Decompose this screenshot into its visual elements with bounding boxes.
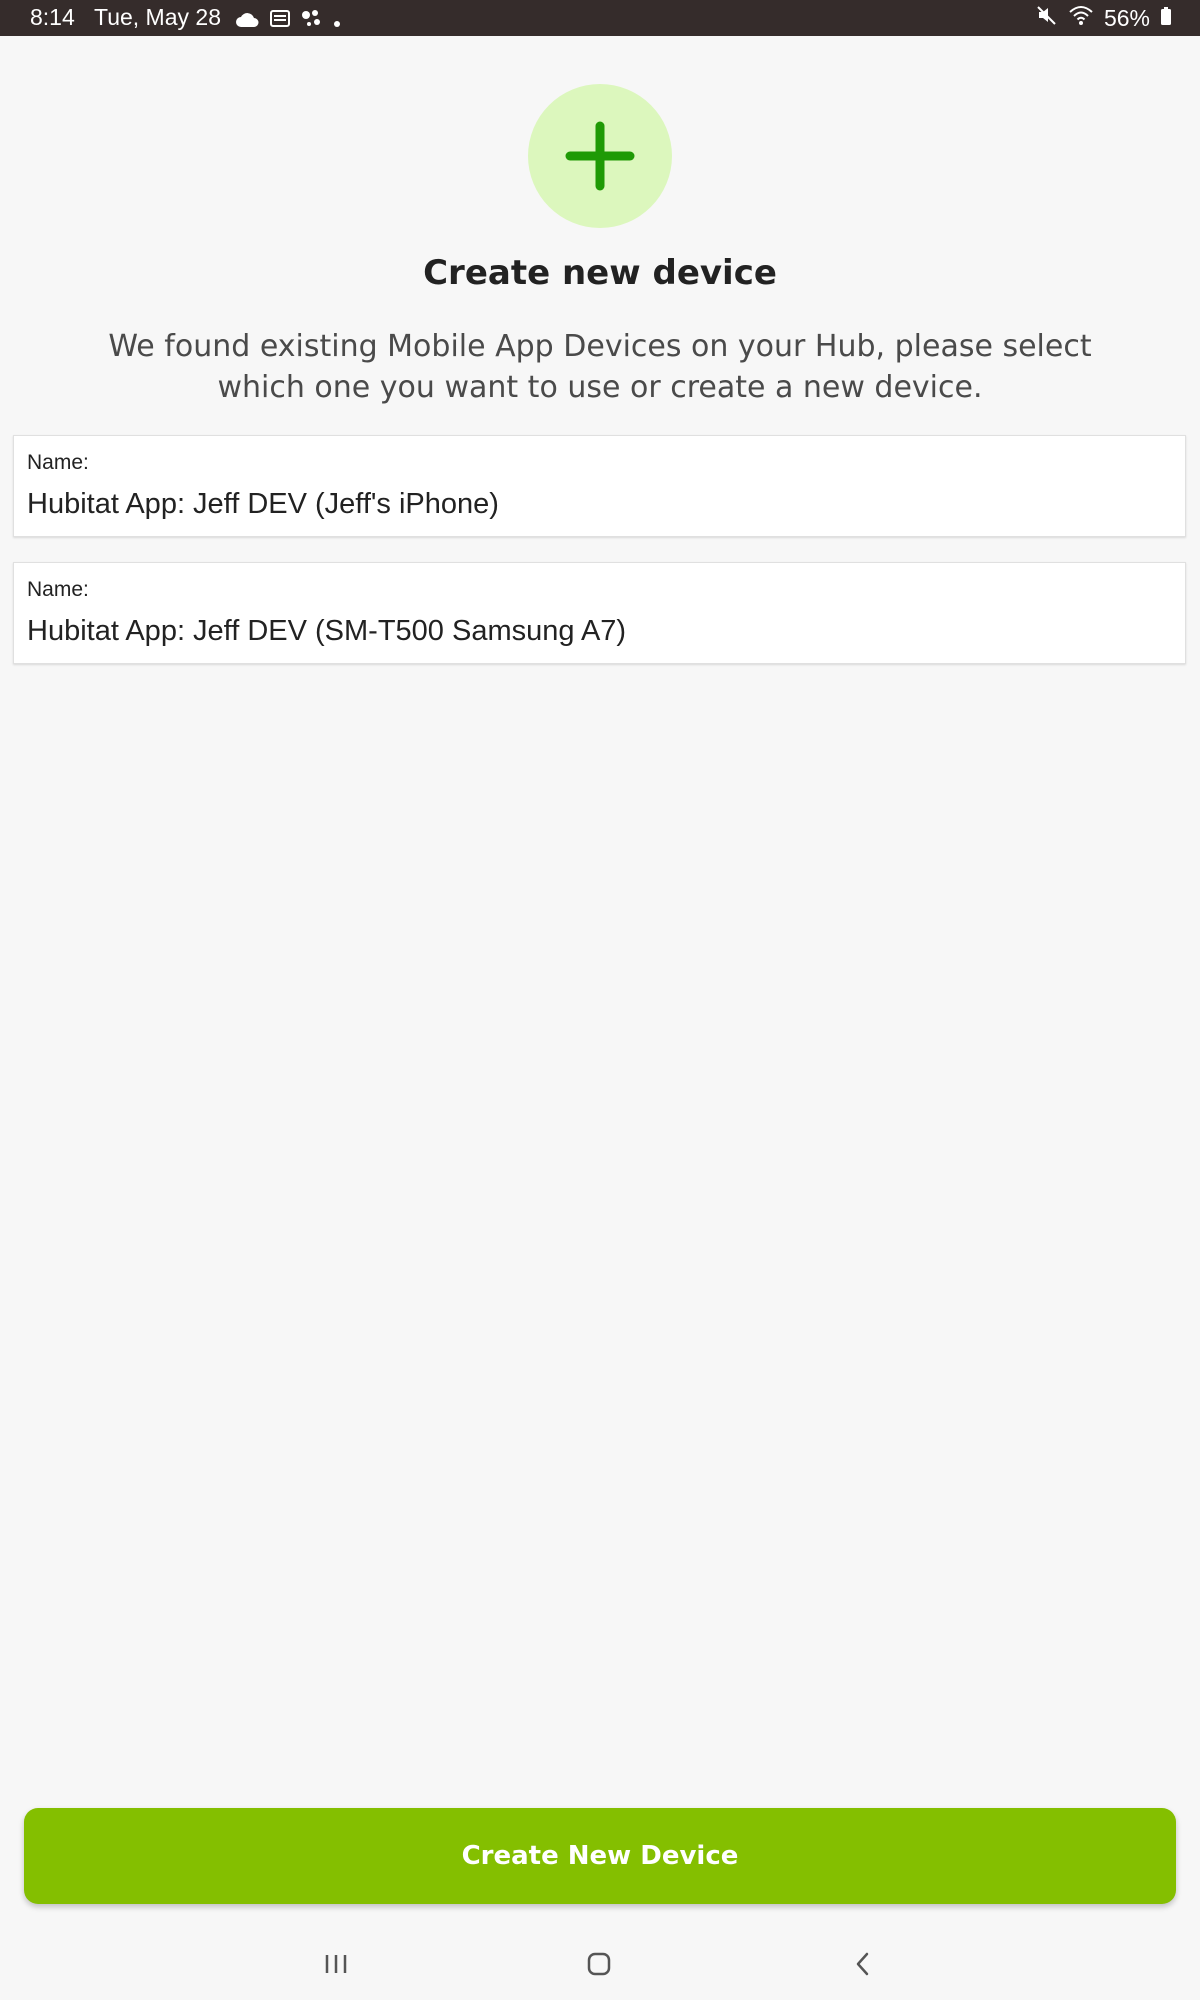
back-button[interactable] [833,1942,893,1986]
inbox-icon [269,7,291,34]
page-title: Create new device [423,253,777,293]
device-name-value: Hubitat App: Jeff DEV (SM-T500 Samsung A… [27,615,627,647]
recents-button[interactable] [306,1942,366,1986]
plus-icon [565,121,635,191]
device-option-samsung[interactable]: Name: Hubitat App: Jeff DEV (SM-T500 Sam… [13,562,1186,664]
home-button[interactable] [569,1942,629,1986]
device-name-label: Name: [27,578,89,601]
device-name-label: Name: [27,451,89,474]
navigation-bar [0,1928,1200,2000]
home-icon [587,1952,611,1976]
create-new-device-button[interactable]: Create New Device [24,1808,1176,1904]
system-icons: 56% [1036,4,1172,32]
status-bar: 8:14 Tue, May 28 56% [0,0,1200,36]
cloud-icon [235,7,259,34]
page-description: We found existing Mobile App Devices on … [108,329,1092,405]
device-name-value: Hubitat App: Jeff DEV (Jeff's iPhone) [27,488,499,520]
back-icon [856,1952,869,1976]
battery-level: 56% [1103,4,1150,31]
status-time: 8:14 [30,4,75,30]
notification-icons [235,7,341,34]
status-date: Tue, May 28 [94,4,221,30]
assistant-icon [301,7,323,34]
wifi-icon [1068,4,1094,32]
recents-icon [325,1955,347,1973]
plus-icon-badge [528,84,672,228]
dot-icon [333,7,341,34]
mute-icon [1036,4,1058,32]
device-option-iphone[interactable]: Name: Hubitat App: Jeff DEV (Jeff's iPho… [13,435,1186,537]
battery-icon [1160,5,1172,32]
